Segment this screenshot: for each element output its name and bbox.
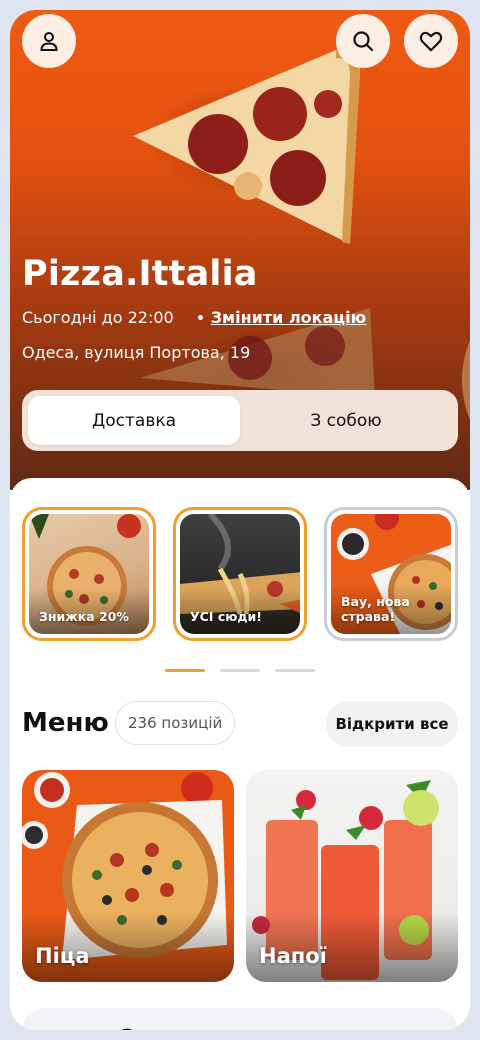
favorites-button[interactable]: [404, 14, 458, 68]
story-everyone[interactable]: УСІ сюди!: [173, 507, 307, 641]
story-discount[interactable]: Знижка 20%: [22, 507, 156, 641]
opening-hours: Сьогодні до 22:00: [22, 308, 174, 327]
pager-dot: [220, 669, 260, 672]
category-pizza-card[interactable]: Піца: [22, 770, 234, 982]
pizza-slice-image: [133, 50, 360, 244]
story-label: УСІ сюди!: [190, 609, 262, 624]
stories-pager: [10, 669, 470, 672]
delivery-option[interactable]: Доставка: [28, 396, 240, 445]
open-all-button[interactable]: Відкрити все: [326, 701, 458, 747]
user-icon: [40, 32, 58, 51]
menu-count-badge: 236 позицій: [115, 701, 236, 745]
address-text: Одеса, вулиця Портова, 19: [22, 343, 251, 362]
story-label: Вау, нова страва!: [341, 594, 410, 624]
content-panel: Знижка 20% УСІ сюди! Вау, нова страва! М…: [10, 478, 470, 1040]
category-label: Піца: [35, 944, 90, 968]
pager-dot-active: [165, 669, 205, 672]
restaurant-title: Pizza.Ittalia: [22, 254, 258, 294]
menu-title: Меню: [22, 708, 109, 738]
pager-dot: [275, 669, 315, 672]
story-label: Знижка 20%: [39, 609, 129, 624]
profile-button[interactable]: [22, 14, 76, 68]
story-new-dish[interactable]: Вау, нова страва!: [324, 507, 458, 641]
menu-header: Меню 236 позицій Відкрити все: [22, 700, 458, 748]
search-icon: [353, 31, 374, 52]
stories-row: Знижка 20% УСІ сюди! Вау, нова страва!: [22, 507, 470, 641]
hero-banner: Pizza.Ittalia Сьогодні до 22:00 Змінити л…: [10, 10, 470, 490]
change-location-link[interactable]: Змінити локацію: [211, 308, 367, 327]
separator-dot: [197, 315, 203, 320]
clock-icon: [121, 1028, 133, 1030]
phone-frame: Pizza.Ittalia Сьогодні до 22:00 Змінити л…: [0, 0, 480, 1040]
heart-icon: [419, 31, 443, 52]
category-drinks-card[interactable]: Напої: [246, 770, 458, 982]
info-text: Інформація: [152, 1028, 286, 1040]
hours-line: Сьогодні до 22:00 Змінити локацію: [22, 308, 366, 327]
order-type-toggle: Доставка З собою: [22, 390, 458, 451]
pickup-option[interactable]: З собою: [240, 396, 452, 445]
category-label: Напої: [259, 944, 327, 968]
info-bar[interactable]: Інформація: [22, 1008, 458, 1040]
search-button[interactable]: [336, 14, 390, 68]
